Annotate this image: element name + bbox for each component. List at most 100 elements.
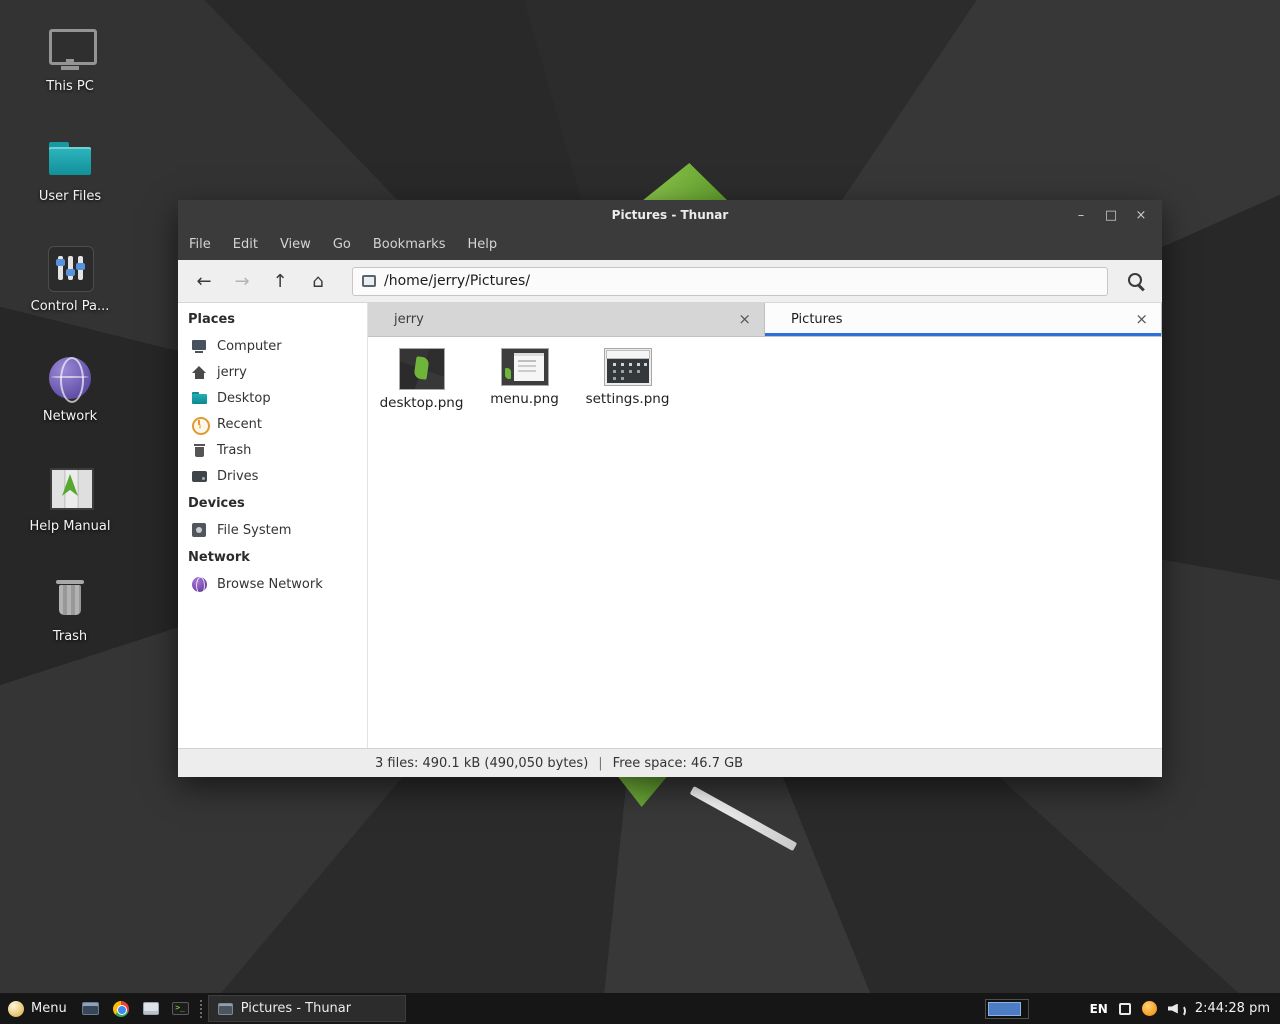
home-icon (191, 364, 208, 381)
folder-icon (191, 390, 208, 407)
file-desktop-png[interactable]: desktop.png (370, 345, 473, 411)
menu-label: Menu (31, 1001, 67, 1016)
tab-pictures[interactable]: Pictures × (765, 303, 1162, 336)
minimize-button[interactable]: – (1072, 208, 1090, 223)
notification-icon[interactable] (1142, 1001, 1157, 1016)
tray-square-icon[interactable] (1119, 1003, 1131, 1015)
sidebar-item-desktop[interactable]: Desktop (178, 385, 367, 411)
sidebar-header-devices: Devices (178, 489, 367, 517)
menu-edit[interactable]: Edit (222, 230, 269, 260)
terminal-launcher[interactable] (166, 993, 196, 1024)
file-list[interactable]: desktop.png menu.png settings.png (368, 337, 1162, 748)
window-body: Places Computer jerry Desktop Recent Tra… (178, 303, 1162, 748)
menu-go[interactable]: Go (322, 230, 362, 260)
home-button[interactable]: ⌂ (300, 265, 336, 297)
chrome-icon (113, 1001, 129, 1017)
close-icon[interactable]: × (1135, 312, 1148, 327)
window-controls: – □ × (1072, 208, 1162, 223)
sidebar-item-label: Trash (217, 443, 251, 458)
desktop-icon-help-manual[interactable]: Help Manual (16, 466, 124, 534)
trash-icon (46, 576, 94, 620)
taskbar-clock[interactable]: 2:44:28 pm (1195, 1001, 1270, 1016)
window-icon (82, 1002, 99, 1015)
desktop-icon-this-pc[interactable]: This PC (16, 26, 124, 94)
window-title: Pictures - Thunar (178, 208, 1162, 222)
sidebar-item-drives[interactable]: Drives (178, 463, 367, 489)
back-button[interactable]: ← (186, 265, 222, 297)
workspace-pager[interactable] (985, 999, 1029, 1019)
taskbar-window-button[interactable]: Pictures - Thunar (208, 995, 406, 1022)
show-desktop-button[interactable] (76, 993, 106, 1024)
taskbar-separator (200, 1000, 202, 1018)
thunar-window: Pictures - Thunar – □ × File Edit View G… (178, 200, 1162, 777)
map-icon (46, 466, 94, 510)
computer-icon (191, 338, 208, 355)
current-path: /home/jerry/Pictures/ (384, 273, 530, 289)
file-settings-png[interactable]: settings.png (576, 345, 679, 407)
window-titlebar[interactable]: Pictures - Thunar – □ × (178, 200, 1162, 230)
thunar-icon (218, 1003, 233, 1015)
status-bar: 3 files: 490.1 kB (490,050 bytes) | Free… (178, 748, 1162, 777)
globe-icon (46, 356, 94, 400)
sidebar-item-label: File System (217, 523, 291, 538)
status-divider: | (598, 756, 602, 771)
file-manager-launcher[interactable] (136, 993, 166, 1024)
clock-icon (191, 416, 208, 433)
menu-view[interactable]: View (269, 230, 322, 260)
desktop-icon-label: Control Pa... (31, 299, 110, 314)
menubar: File Edit View Go Bookmarks Help (178, 230, 1162, 260)
search-button[interactable] (1118, 265, 1154, 297)
desktop-icon-user-files[interactable]: User Files (16, 136, 124, 204)
applications-menu-button[interactable]: Menu (0, 993, 76, 1024)
close-button[interactable]: × (1132, 208, 1150, 223)
sidebar: Places Computer jerry Desktop Recent Tra… (178, 303, 368, 748)
desktop-icon-trash[interactable]: Trash (16, 576, 124, 644)
forward-button[interactable]: → (224, 265, 260, 297)
terminal-icon (172, 1002, 189, 1015)
volume-icon[interactable] (1168, 1002, 1184, 1016)
menu-icon (8, 1001, 24, 1017)
main-area: jerry × Pictures × desktop.png menu.png (368, 303, 1162, 748)
path-bar[interactable]: /home/jerry/Pictures/ (352, 267, 1108, 296)
menu-file[interactable]: File (178, 230, 222, 260)
trash-icon (191, 442, 208, 459)
desktop-icon-control-panel[interactable]: Control Pa... (16, 246, 124, 314)
system-tray: EN 2:44:28 pm (985, 993, 1280, 1024)
desktop-icon-label: Help Manual (29, 519, 110, 534)
menu-help[interactable]: Help (456, 230, 508, 260)
taskbar: Menu Pictures - Thunar EN 2:44:28 pm (0, 993, 1280, 1024)
sidebar-item-file-system[interactable]: File System (178, 517, 367, 543)
control-panel-icon (46, 246, 94, 290)
status-files-info: 3 files: 490.1 kB (490,050 bytes) (375, 756, 588, 771)
desktop-icon-label: Trash (53, 629, 87, 644)
desktop-icon-label: Network (43, 409, 97, 424)
sidebar-item-jerry[interactable]: jerry (178, 359, 367, 385)
sidebar-item-recent[interactable]: Recent (178, 411, 367, 437)
thumbnail-desktop-png (400, 349, 444, 389)
desktop-icon-network[interactable]: Network (16, 356, 124, 424)
globe-icon (191, 576, 208, 593)
disk-icon (191, 522, 208, 539)
sidebar-header-network: Network (178, 543, 367, 571)
thumbnail-settings-png (605, 349, 651, 385)
desktop-icon-label: User Files (39, 189, 101, 204)
folder-icon (46, 136, 94, 180)
pager-active-window (988, 1002, 1021, 1016)
keyboard-layout-indicator[interactable]: EN (1090, 1002, 1108, 1016)
close-icon[interactable]: × (738, 312, 751, 327)
file-menu-png[interactable]: menu.png (473, 345, 576, 407)
tab-jerry[interactable]: jerry × (368, 303, 765, 336)
sidebar-item-label: Drives (217, 469, 258, 484)
image-folder-icon (362, 275, 376, 287)
sidebar-item-computer[interactable]: Computer (178, 333, 367, 359)
toolbar: ← → ↑ ⌂ /home/jerry/Pictures/ (178, 260, 1162, 303)
up-button[interactable]: ↑ (262, 265, 298, 297)
drive-icon (191, 468, 208, 485)
maximize-button[interactable]: □ (1102, 208, 1120, 223)
browser-launcher[interactable] (106, 993, 136, 1024)
sidebar-item-browse-network[interactable]: Browse Network (178, 571, 367, 597)
status-free-space: Free space: 46.7 GB (613, 756, 743, 771)
menu-bookmarks[interactable]: Bookmarks (362, 230, 457, 260)
sidebar-item-trash[interactable]: Trash (178, 437, 367, 463)
files-icon (143, 1002, 159, 1015)
